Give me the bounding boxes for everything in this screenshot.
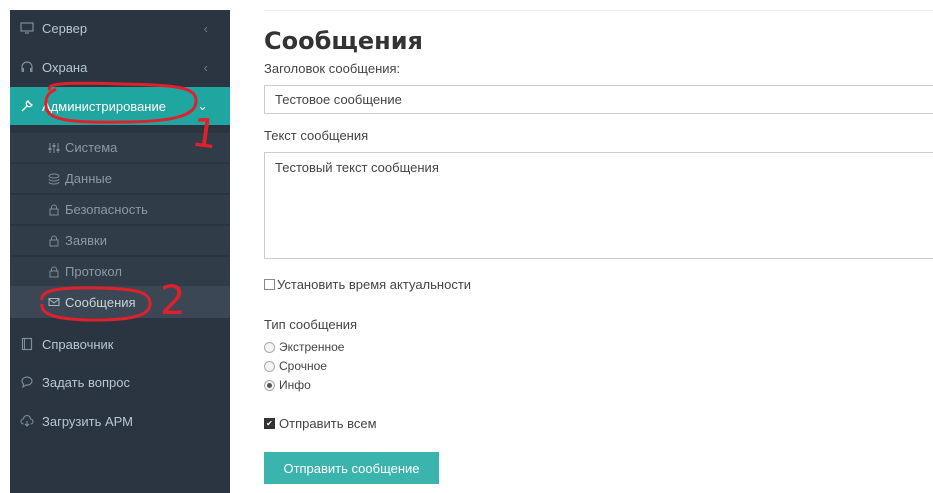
sidebar-item-label: Задать вопрос bbox=[42, 374, 130, 390]
sidebar-subitem-messages[interactable]: Сообщения bbox=[10, 286, 230, 318]
set-time-checkbox[interactable] bbox=[264, 279, 275, 290]
headset-icon bbox=[20, 60, 34, 74]
sidebar-subitem-security[interactable]: Безопасность bbox=[10, 195, 230, 224]
message-textarea[interactable]: Тестовый текст сообщения bbox=[264, 152, 933, 259]
chat-icon bbox=[20, 375, 34, 389]
lock-icon bbox=[48, 204, 60, 216]
chevron-left-icon: ‹ bbox=[203, 20, 208, 36]
sidebar-subitem-requests[interactable]: Заявки bbox=[10, 226, 230, 255]
type-label: Тип сообщения bbox=[264, 317, 358, 332]
type-option-emergency[interactable]: Экстренное bbox=[264, 340, 344, 354]
sidebar: Сервер ‹ Охрана ‹ Администрирование ⌄ Си… bbox=[10, 10, 230, 493]
send-all-checkbox-row[interactable]: ✔ Отправить всем bbox=[264, 416, 377, 431]
sidebar-subitem-data[interactable]: Данные bbox=[10, 164, 230, 193]
chevron-left-icon: ‹ bbox=[203, 59, 208, 75]
type-option-urgent[interactable]: Срочное bbox=[264, 359, 327, 373]
sidebar-subitem-label: Протокол bbox=[65, 264, 122, 279]
divider bbox=[264, 10, 933, 11]
set-time-checkbox-row[interactable]: Установить время актуальности bbox=[264, 277, 471, 292]
book-icon bbox=[20, 337, 34, 351]
type-option-label: Инфо bbox=[279, 378, 311, 392]
sliders-icon bbox=[48, 142, 60, 154]
sidebar-item-administration[interactable]: Администрирование ⌄ bbox=[10, 87, 230, 125]
subject-label: Заголовок сообщения: bbox=[264, 61, 401, 76]
type-option-label: Экстренное bbox=[279, 340, 345, 354]
lock-icon bbox=[48, 266, 60, 278]
lock-icon bbox=[48, 235, 60, 247]
sidebar-item-label: Администрирование bbox=[42, 98, 166, 114]
radio-info[interactable] bbox=[264, 379, 275, 391]
sidebar-item-security-guard[interactable]: Охрана ‹ bbox=[10, 49, 230, 85]
wrench-icon bbox=[20, 99, 34, 113]
message-icon bbox=[48, 296, 60, 308]
database-icon bbox=[48, 173, 60, 185]
type-option-label: Срочное bbox=[279, 359, 327, 373]
type-option-info[interactable]: Инфо bbox=[264, 378, 311, 392]
radio-urgent[interactable] bbox=[264, 360, 275, 372]
send-all-label: Отправить всем bbox=[279, 416, 377, 431]
chevron-down-icon: ⌄ bbox=[197, 98, 208, 113]
radio-selected-dot bbox=[267, 382, 272, 388]
send-message-button[interactable]: Отправить сообщение bbox=[264, 452, 439, 484]
sidebar-subitem-label: Безопасность bbox=[65, 202, 148, 217]
sidebar-item-label: Загрузить АРМ bbox=[42, 413, 133, 429]
sidebar-item-server[interactable]: Сервер ‹ bbox=[10, 10, 230, 46]
cloud-download-icon bbox=[20, 414, 34, 428]
sidebar-subitem-label: Система bbox=[65, 140, 118, 155]
monitor-icon bbox=[20, 21, 34, 35]
sidebar-subitem-protocol[interactable]: Протокол bbox=[10, 257, 230, 286]
sidebar-subitem-label: Сообщения bbox=[65, 294, 136, 310]
main-content: Сообщения Заголовок сообщения: Тестовое … bbox=[264, 0, 933, 493]
radio-emergency[interactable] bbox=[264, 341, 275, 353]
sidebar-item-download-arm[interactable]: Загрузить АРМ bbox=[10, 403, 230, 439]
sidebar-subitem-system[interactable]: Система bbox=[10, 133, 230, 162]
text-label: Текст сообщения bbox=[264, 128, 369, 143]
sidebar-item-ask-question[interactable]: Задать вопрос bbox=[10, 364, 230, 400]
sidebar-item-directory[interactable]: Справочник bbox=[10, 326, 230, 362]
send-all-checkbox[interactable]: ✔ bbox=[264, 418, 275, 429]
sidebar-item-label: Сервер bbox=[42, 20, 88, 36]
sidebar-item-label: Охрана bbox=[42, 59, 88, 75]
subject-input[interactable]: Тестовое сообщение bbox=[264, 85, 933, 114]
page-title: Сообщения bbox=[264, 27, 423, 55]
sidebar-subitem-label: Заявки bbox=[65, 233, 107, 248]
sidebar-subitem-label: Данные bbox=[65, 171, 112, 186]
set-time-label: Установить время актуальности bbox=[277, 277, 472, 292]
sidebar-item-label: Справочник bbox=[42, 336, 114, 352]
